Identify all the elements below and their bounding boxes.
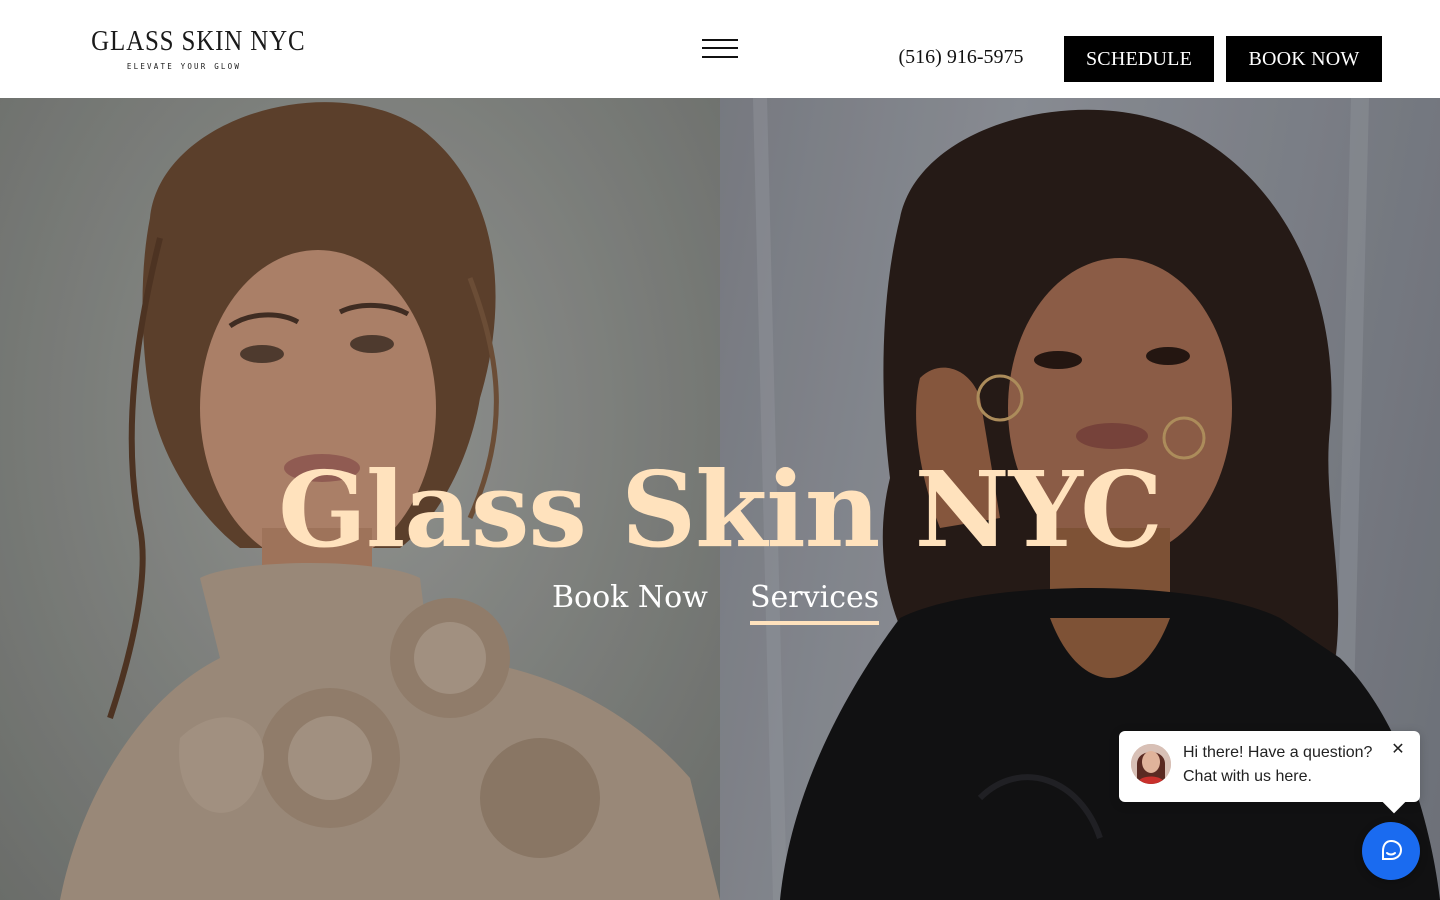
chat-greeting-text: Hi there! Have a question? Chat with us … [1183,744,1373,785]
hero-services-link[interactable]: Services [750,580,880,625]
hero-links: Book Now Services [0,580,1440,640]
chat-bubble-icon [1382,839,1403,860]
hero-book-now-link[interactable]: Book Now [552,580,708,615]
chat-agent-avatar [1131,744,1171,784]
menu-line [702,56,738,58]
site-header: GLASS SKIN NYC ELEVATE YOUR GLOW (516) 9… [0,0,1440,98]
menu-line [702,47,738,49]
logo-wordmark: GLASS SKIN NYC [91,25,306,57]
menu-line [702,39,738,41]
hero-title: Glass Skin NYC [278,448,1163,571]
logo-tagline: ELEVATE YOUR GLOW [126,62,242,71]
book-now-button[interactable]: BOOK NOW [1226,36,1382,82]
schedule-button[interactable]: SCHEDULE [1064,36,1214,82]
phone-link[interactable]: (516) 916-5975 [890,46,1032,69]
hamburger-menu-icon[interactable] [700,37,740,61]
chat-launcher-button[interactable] [1362,822,1420,880]
chat-greeting-bubble[interactable]: Hi there! Have a question? Chat with us … [1119,731,1420,802]
avatar-image [1131,744,1171,784]
site-logo[interactable]: GLASS SKIN NYC ELEVATE YOUR GLOW [76,25,306,71]
close-icon[interactable]: ✕ [1390,741,1406,757]
